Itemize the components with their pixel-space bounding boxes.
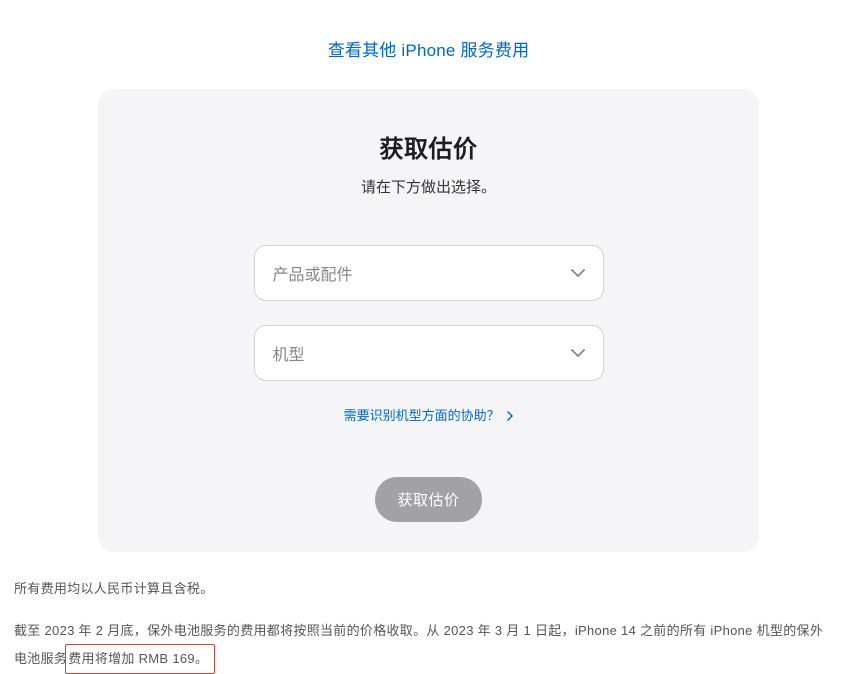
footer-price-highlight: 费用将增加 RMB 169。 [65, 644, 215, 674]
product-select-wrapper: 产品或配件 [254, 245, 604, 301]
model-select[interactable]: 机型 [254, 325, 604, 381]
chevron-down-icon [571, 269, 585, 277]
estimate-card: 获取估价 请在下方做出选择。 产品或配件 机型 需要识别机型方面的协助？ 获取估… [98, 89, 759, 552]
identify-model-help-link[interactable]: 需要识别机型方面的协助？ [344, 408, 514, 423]
model-select-placeholder: 机型 [273, 341, 305, 365]
product-select-placeholder: 产品或配件 [273, 261, 353, 285]
footer-notes: 所有费用均以人民币计算且含税。 截至 2023 年 2 月底，保外电池服务的费用… [14, 576, 834, 674]
view-other-services-link[interactable]: 查看其他 iPhone 服务费用 [328, 41, 530, 60]
get-estimate-button[interactable]: 获取估价 [375, 477, 481, 522]
product-select[interactable]: 产品或配件 [254, 245, 604, 301]
chevron-down-icon [571, 349, 585, 357]
chevron-right-icon [507, 409, 513, 424]
model-select-wrapper: 机型 [254, 325, 604, 381]
view-other-services-link-wrapper: 查看其他 iPhone 服务费用 [0, 0, 857, 89]
card-subtitle: 请在下方做出选择。 [138, 176, 719, 197]
help-link-text: 需要识别机型方面的协助？ [344, 408, 500, 423]
card-title: 获取估价 [138, 129, 719, 164]
footer-tax-note: 所有费用均以人民币计算且含税。 [14, 576, 834, 602]
help-link-wrapper: 需要识别机型方面的协助？ [138, 405, 719, 425]
footer-price-note: 截至 2023 年 2 月底，保外电池服务的费用都将按照当前的价格收取。从 20… [14, 618, 834, 674]
